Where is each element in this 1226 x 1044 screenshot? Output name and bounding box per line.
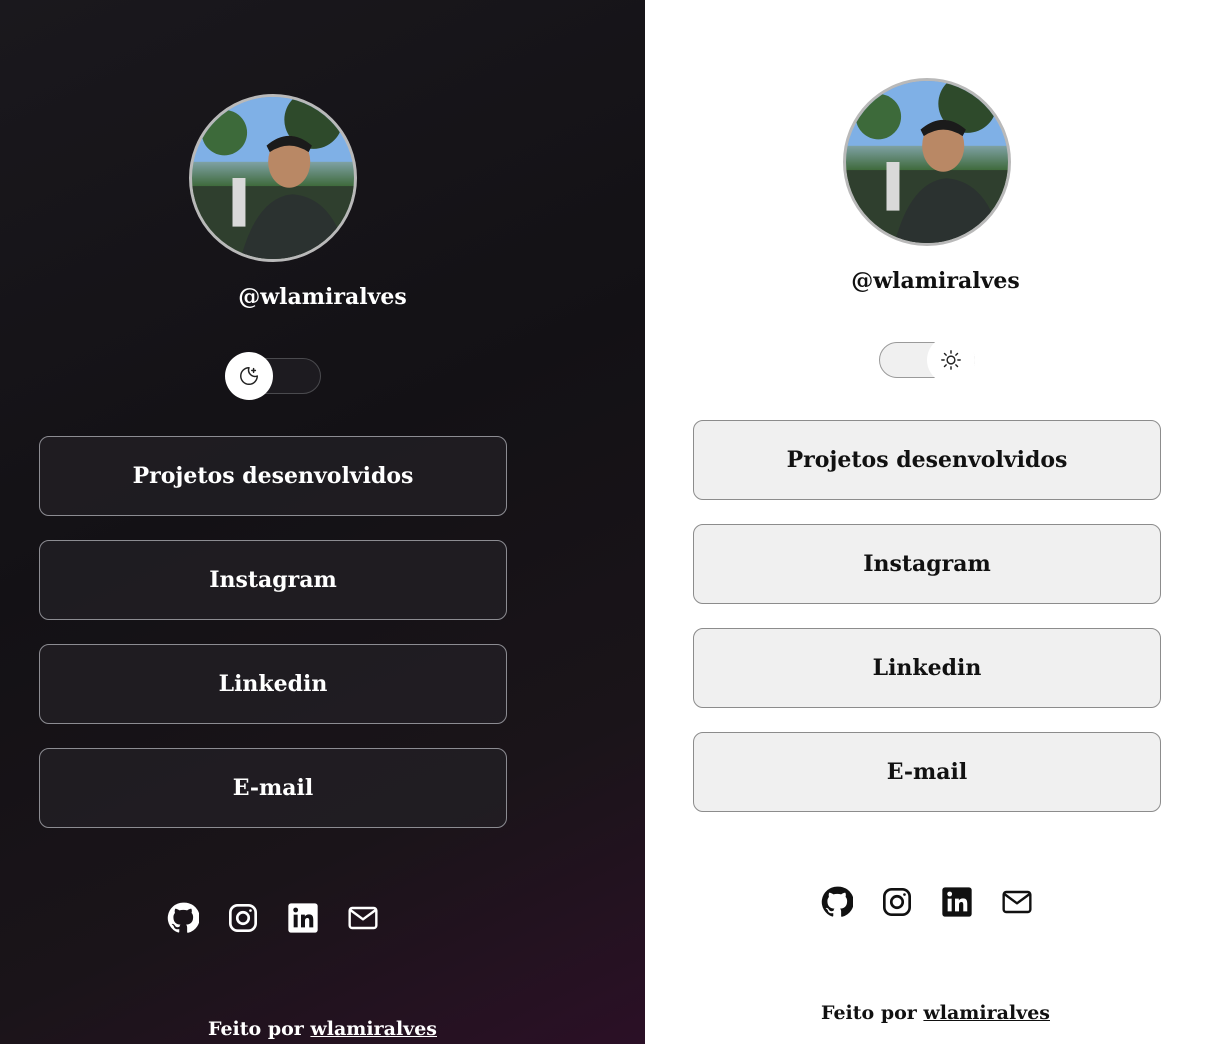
link-button-label: E-mail <box>232 775 314 801</box>
avatar <box>843 78 1011 246</box>
linkedin-icon[interactable] <box>941 886 973 918</box>
link-button-label: Linkedin <box>872 655 982 681</box>
theme-toggle-knob[interactable] <box>225 352 273 400</box>
link-button-instagram[interactable]: Instagram <box>693 524 1161 604</box>
link-button-email[interactable]: E-mail <box>39 748 507 828</box>
github-icon[interactable] <box>167 902 199 934</box>
mail-icon[interactable] <box>347 902 379 934</box>
footer-prefix: Feito por <box>821 1002 917 1024</box>
moon-stars-icon <box>240 367 258 385</box>
theme-toggle[interactable] <box>879 336 975 384</box>
link-button-email[interactable]: E-mail <box>693 732 1161 812</box>
avatar <box>189 94 357 262</box>
footer: Feito por wlamiralves <box>645 1002 1226 1024</box>
footer: Feito por wlamiralves <box>0 1018 645 1040</box>
link-button-label: Instagram <box>863 551 991 577</box>
username: @wlamiralves <box>238 284 407 310</box>
mail-icon[interactable] <box>1001 886 1033 918</box>
sun-icon <box>941 350 961 370</box>
dark-theme-panel: @wlamiralves Projetos desenvolvidos Inst… <box>0 0 645 1044</box>
link-button-label: E-mail <box>886 759 968 785</box>
username: @wlamiralves <box>851 268 1020 294</box>
social-icons <box>167 902 379 934</box>
link-button-label: Projetos desenvolvidos <box>786 447 1068 473</box>
footer-prefix: Feito por <box>208 1018 304 1040</box>
link-button-instagram[interactable]: Instagram <box>39 540 507 620</box>
link-button-label: Projetos desenvolvidos <box>132 463 414 489</box>
link-button-projetos[interactable]: Projetos desenvolvidos <box>693 420 1161 500</box>
linkedin-icon[interactable] <box>287 902 319 934</box>
instagram-icon[interactable] <box>881 886 913 918</box>
footer-author-link[interactable]: wlamiralves <box>923 1002 1050 1024</box>
link-button-label: Linkedin <box>218 671 328 697</box>
instagram-icon[interactable] <box>227 902 259 934</box>
footer-author-link[interactable]: wlamiralves <box>310 1018 437 1040</box>
link-button-linkedin[interactable]: Linkedin <box>39 644 507 724</box>
github-icon[interactable] <box>821 886 853 918</box>
theme-toggle[interactable] <box>225 352 321 400</box>
link-button-label: Instagram <box>209 567 337 593</box>
link-button-linkedin[interactable]: Linkedin <box>693 628 1161 708</box>
light-theme-panel: @wlamiralves Projetos desenvolvidos Inst… <box>645 0 1226 1044</box>
social-icons <box>821 886 1033 918</box>
link-button-projetos[interactable]: Projetos desenvolvidos <box>39 436 507 516</box>
theme-toggle-knob[interactable] <box>927 336 975 384</box>
